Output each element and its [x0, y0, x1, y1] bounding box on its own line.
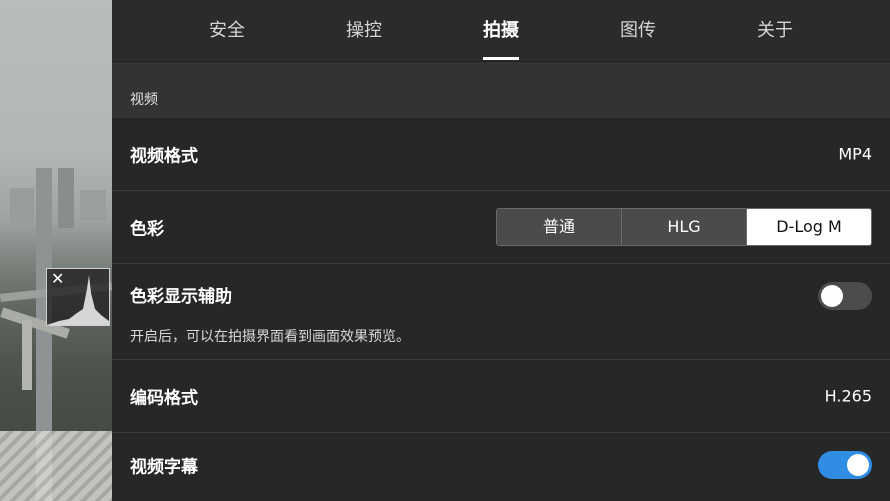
tab-camera[interactable]: 拍摄 [456, 0, 546, 61]
histogram-widget: ✕ [46, 268, 110, 326]
tab-safety[interactable]: 安全 [182, 0, 272, 61]
section-header-video: 视频 [112, 62, 890, 118]
video-format-label: 视频格式 [130, 146, 198, 167]
tab-about[interactable]: 关于 [730, 0, 820, 61]
histogram-graph [47, 275, 109, 325]
tab-bar: 安全 操控 拍摄 图传 关于 [112, 0, 890, 62]
encoding-format-row[interactable]: 编码格式 H.265 [112, 360, 890, 433]
color-mode-selector: 普通 HLG D-Log M [496, 208, 872, 246]
color-assist-label: 色彩显示辅助 [130, 287, 232, 307]
color-row: 色彩 普通 HLG D-Log M [112, 191, 890, 264]
color-assist-row: 色彩显示辅助 开启后，可以在拍摄界面看到画面效果预览。 [112, 264, 890, 360]
active-tab-indicator [483, 57, 519, 60]
settings-panel: 安全 操控 拍摄 图传 关于 视频 视频格式 MP4 色彩 普通 HLG D-L… [112, 0, 890, 501]
video-subtitles-label: 视频字幕 [130, 457, 198, 478]
toggle-knob [847, 454, 869, 476]
video-format-row[interactable]: 视频格式 MP4 [112, 118, 890, 191]
encoding-format-value: H.265 [824, 386, 872, 406]
video-format-value: MP4 [838, 144, 872, 164]
camera-feed: ✕ [0, 0, 112, 501]
color-option-hlg[interactable]: HLG [621, 209, 746, 245]
color-assist-description: 开启后，可以在拍摄界面看到画面效果预览。 [130, 329, 410, 345]
tab-transmission[interactable]: 图传 [593, 0, 683, 61]
color-label: 色彩 [130, 219, 164, 240]
color-assist-toggle[interactable] [818, 282, 872, 310]
video-subtitles-toggle[interactable] [818, 451, 872, 479]
encoding-format-label: 编码格式 [130, 388, 198, 409]
color-option-normal[interactable]: 普通 [497, 209, 621, 245]
color-option-dlogm[interactable]: D-Log M [746, 209, 871, 245]
stadium-canopy [0, 431, 112, 501]
video-subtitles-row: 视频字幕 [112, 433, 890, 501]
toggle-knob [821, 285, 843, 307]
tab-control[interactable]: 操控 [319, 0, 409, 61]
